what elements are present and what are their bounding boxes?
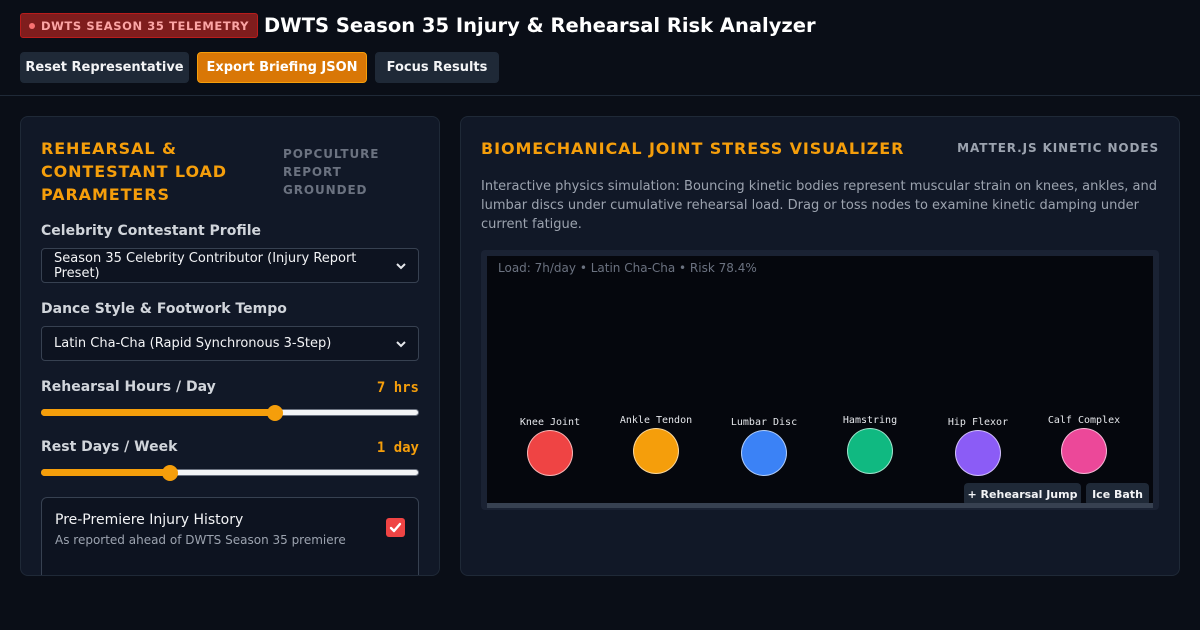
live-dot-icon — [29, 22, 35, 29]
hours-value: 7 hrs — [376, 380, 419, 396]
slider-thumb[interactable] — [267, 405, 284, 421]
app-header: DWTS SEASON 35 TELEMETRY DWTS Season 35 … — [0, 0, 1200, 96]
kinetic-node-hip-flexor[interactable]: Hip Flexor — [933, 417, 1023, 476]
kinetic-node-ball[interactable] — [527, 430, 573, 476]
style-label: Dance Style & Footwork Tempo — [41, 301, 287, 317]
rest-value: 1 day — [376, 440, 419, 456]
kinetic-node-ball[interactable] — [741, 430, 787, 476]
kinetic-node-label: Lumbar Disc — [730, 417, 798, 428]
slider-fill — [41, 409, 276, 416]
hours-slider[interactable] — [41, 405, 419, 421]
parameters-panel: REHEARSAL & CONTESTANT LOAD PARAMETERS P… — [20, 116, 440, 576]
rest-slider[interactable] — [41, 465, 419, 481]
visualizer-description: Interactive physics simulation: Bouncing… — [481, 179, 1157, 232]
chevron-down-icon — [396, 263, 406, 270]
kinetic-node-ball[interactable] — [955, 430, 1001, 476]
simulation-floor — [487, 503, 1153, 508]
simulation-status: Load: 7h/day • Latin Cha-Cha • Risk 78.4… — [498, 261, 757, 275]
injury-history-subtitle: As reported ahead of DWTS Season 35 prem… — [55, 533, 346, 547]
visualizer-panel: BIOMECHANICAL JOINT STRESS VISUALIZER MA… — [460, 116, 1180, 576]
kinetic-node-label: Hamstring — [842, 415, 898, 426]
profile-label: Celebrity Contestant Profile — [41, 223, 261, 239]
kinetic-node-ball[interactable] — [1061, 428, 1107, 474]
focus-results-button[interactable]: Focus Results — [375, 52, 499, 83]
parameters-tag: POPCULTURE REPORT GROUNDED — [283, 147, 380, 197]
physics-canvas[interactable]: Load: 7h/day • Latin Cha-Cha • Risk 78.4… — [487, 256, 1153, 506]
telemetry-badge: DWTS SEASON 35 TELEMETRY — [20, 13, 259, 38]
injury-history-title: Pre-Premiere Injury History — [55, 512, 244, 528]
visualizer-tag: MATTER.JS KINETIC NODES — [957, 141, 1159, 155]
kinetic-node-label: Calf Complex — [1047, 415, 1121, 426]
kinetic-node-label: Knee Joint — [519, 417, 581, 428]
kinetic-node-calf-complex[interactable]: Calf Complex — [1039, 415, 1129, 474]
kinetic-node-label: Ankle Tendon — [619, 415, 693, 426]
kinetic-node-lumbar-disc[interactable]: Lumbar Disc — [719, 417, 809, 476]
chevron-down-icon — [396, 341, 406, 348]
injury-history-card[interactable]: Pre-Premiere Injury History As reported … — [41, 497, 419, 575]
visualizer-title: BIOMECHANICAL JOINT STRESS VISUALIZER — [481, 139, 905, 158]
checkmark-icon — [389, 522, 402, 533]
simulation-frame: Load: 7h/day • Latin Cha-Cha • Risk 78.4… — [481, 250, 1159, 510]
kinetic-node-ankle-tendon[interactable]: Ankle Tendon — [611, 415, 701, 474]
kinetic-node-knee-joint[interactable]: Knee Joint — [505, 417, 595, 476]
style-select-value: Latin Cha-Cha (Rapid Synchronous 3-Step) — [54, 336, 332, 351]
profile-select[interactable]: Season 35 Celebrity Contributor (Injury … — [41, 248, 419, 283]
rest-label: Rest Days / Week — [41, 439, 178, 455]
reset-representative-button[interactable]: Reset Representative — [20, 52, 189, 83]
kinetic-node-ball[interactable] — [633, 428, 679, 474]
profile-select-value: Season 35 Celebrity Contributor (Injury … — [54, 250, 357, 281]
app-title: DWTS Season 35 Injury & Rehearsal Risk A… — [264, 14, 816, 37]
slider-thumb[interactable] — [161, 465, 178, 481]
injury-history-checkbox[interactable] — [386, 518, 405, 537]
parameters-title: REHEARSAL & CONTESTANT LOAD PARAMETERS — [41, 139, 227, 204]
export-briefing-button[interactable]: Export Briefing JSON — [197, 52, 367, 83]
slider-fill — [41, 469, 170, 476]
telemetry-badge-label: DWTS SEASON 35 TELEMETRY — [41, 18, 250, 33]
kinetic-node-label: Hip Flexor — [947, 417, 1009, 428]
style-select[interactable]: Latin Cha-Cha (Rapid Synchronous 3-Step) — [41, 326, 419, 361]
kinetic-node-ball[interactable] — [847, 428, 893, 474]
hours-label: Rehearsal Hours / Day — [41, 379, 216, 395]
kinetic-node-hamstring[interactable]: Hamstring — [825, 415, 915, 474]
